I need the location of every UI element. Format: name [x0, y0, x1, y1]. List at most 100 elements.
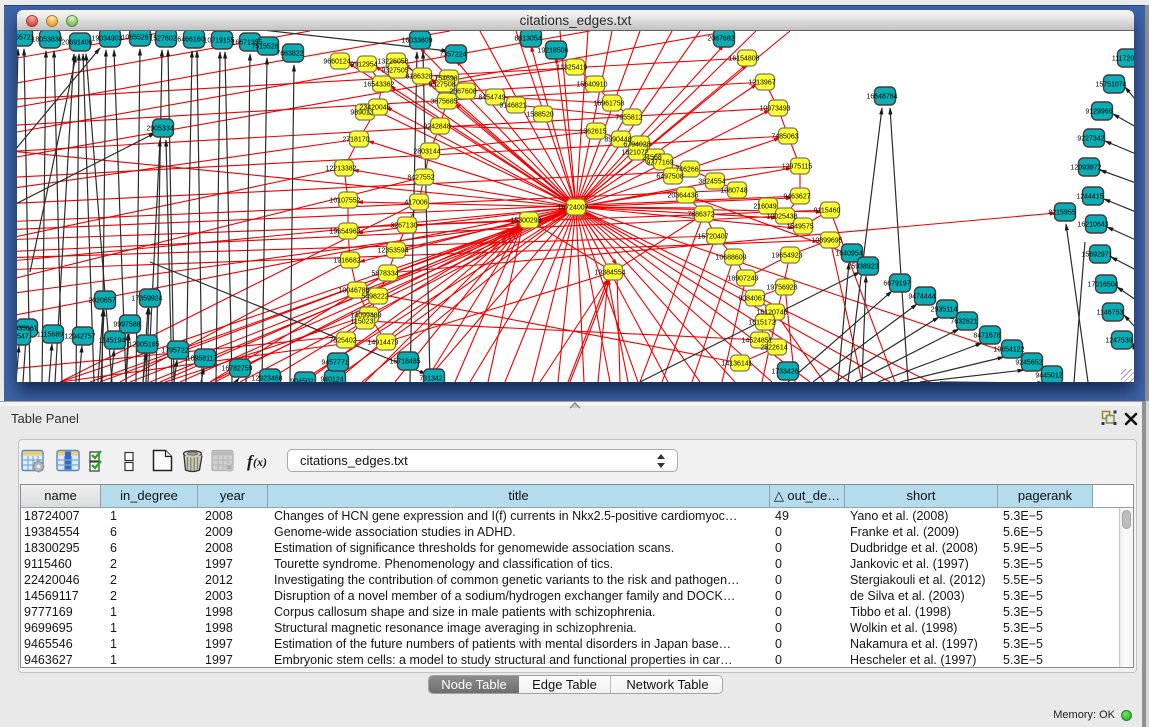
svg-text:12923468: 12923468 [251, 376, 282, 383]
svg-text:1527602: 1527602 [149, 36, 176, 43]
svg-text:18053630: 18053630 [31, 37, 62, 44]
svg-text:10899695: 10899695 [811, 238, 842, 245]
svg-text:20364436: 20364436 [667, 193, 698, 200]
svg-text:16961758: 16961758 [593, 101, 624, 108]
svg-text:19384554: 19384554 [594, 270, 625, 277]
svg-text:1145194: 1145194 [99, 338, 126, 345]
svg-text:1146753: 1146753 [1097, 310, 1124, 317]
svg-text:391547: 391547 [17, 334, 29, 341]
svg-text:9146821: 9146821 [499, 103, 526, 110]
svg-text:10107552: 10107552 [329, 198, 360, 205]
svg-text:16210643: 16210643 [1077, 222, 1108, 229]
svg-text:1615172: 1615172 [748, 320, 775, 327]
svg-text:20691406: 20691406 [61, 40, 92, 47]
svg-text:13226058: 13226058 [377, 59, 408, 66]
svg-text:9115460: 9115460 [814, 208, 841, 215]
svg-text:12353594: 12353594 [377, 248, 408, 255]
svg-text:9129966: 9129966 [1085, 109, 1112, 116]
svg-text:904502: 904502 [290, 379, 313, 383]
svg-text:9457771: 9457771 [321, 360, 348, 367]
svg-text:2803144: 2803144 [413, 149, 440, 156]
svg-text:2020657: 2020657 [88, 298, 115, 305]
svg-text:6794028: 6794028 [623, 142, 650, 149]
svg-text:1549575: 1549575 [786, 224, 813, 231]
svg-text:940124: 940124 [320, 377, 343, 383]
svg-text:2867608: 2867608 [449, 89, 476, 96]
svg-text:11325419: 11325419 [557, 65, 588, 72]
svg-text:8215955: 8215955 [1048, 210, 1075, 217]
svg-text:8427552: 8427552 [407, 175, 434, 182]
svg-text:731342: 731342 [419, 376, 442, 383]
svg-text:15720407: 15720407 [697, 234, 728, 241]
svg-text:14914479: 14914479 [367, 340, 398, 347]
svg-text:15640910: 15640910 [576, 82, 607, 89]
svg-text:7625402: 7625402 [329, 338, 356, 345]
svg-text:2522614: 2522614 [760, 345, 787, 352]
svg-text:417006: 417006 [404, 200, 427, 207]
svg-text:3267130: 3267130 [390, 223, 417, 230]
svg-text:8471676: 8471676 [973, 333, 1000, 340]
svg-text:1213967: 1213967 [748, 80, 775, 87]
svg-text:9327508: 9327508 [428, 82, 455, 89]
svg-text:216049: 216049 [753, 204, 776, 211]
svg-text:19034903: 19034903 [91, 36, 122, 43]
svg-text:12975115: 12975115 [782, 164, 813, 171]
svg-text:10973493: 10973493 [759, 106, 790, 113]
svg-text:14136141: 14136141 [721, 361, 752, 368]
svg-text:10719155: 10719155 [203, 38, 234, 45]
svg-text:2935114: 2935114 [931, 307, 958, 314]
svg-text:1115689: 1115689 [37, 332, 63, 339]
svg-text:5878334: 5878334 [371, 271, 398, 278]
svg-text:19218506: 19218506 [537, 48, 568, 55]
svg-text:7485063: 7485063 [771, 134, 798, 141]
svg-text:1588520: 1588520 [526, 112, 553, 119]
svg-text:8454749: 8454749 [478, 95, 505, 102]
svg-text:9084067: 9084067 [738, 296, 765, 303]
svg-text:15718485: 15718485 [389, 359, 420, 366]
svg-text:16154808: 16154808 [728, 56, 759, 63]
svg-text:8186328: 8186328 [405, 74, 432, 81]
svg-text:2905334: 2905334 [146, 126, 173, 133]
svg-text:6679197: 6679197 [883, 281, 910, 288]
svg-text:7663822: 7663822 [276, 51, 303, 58]
svg-text:9242848: 9242848 [423, 124, 450, 131]
svg-text:(x): (x) [253, 455, 267, 469]
svg-text:17016504: 17016504 [1087, 282, 1118, 289]
svg-text:17359924: 17359924 [131, 296, 162, 303]
svg-text:1635061: 1635061 [17, 326, 38, 333]
svg-text:8813054: 8813054 [514, 36, 541, 43]
svg-text:9660124: 9660124 [323, 59, 350, 66]
svg-text:19654923: 19654923 [771, 253, 802, 260]
svg-text:7886372: 7886372 [687, 212, 714, 219]
svg-text:5938923: 5938923 [851, 264, 878, 271]
svg-text:1916682: 1916682 [333, 258, 360, 265]
svg-text:9777169: 9777169 [646, 160, 673, 167]
svg-text:2087682: 2087682 [707, 36, 734, 43]
svg-text:746266: 746266 [675, 167, 698, 174]
svg-text:7632621: 7632621 [950, 319, 977, 326]
svg-text:9997588: 9997588 [113, 322, 140, 329]
svg-text:1733426: 1733426 [771, 369, 798, 376]
svg-text:15692971: 15692971 [1081, 252, 1112, 259]
svg-text:18907249: 18907249 [727, 276, 758, 283]
svg-text:9912954: 9912954 [350, 62, 377, 69]
svg-text:12905185: 12905185 [128, 342, 159, 349]
svg-text:1117204: 1117204 [1112, 56, 1134, 63]
svg-text:10958117: 10958117 [187, 356, 218, 363]
svg-text:9227342: 9227342 [1077, 136, 1104, 143]
svg-text:7955812: 7955812 [615, 115, 642, 122]
svg-text:5498222: 5498222 [361, 294, 388, 301]
svg-text:16782759: 16782759 [221, 366, 252, 373]
svg-text:15751074: 15751074 [1095, 82, 1126, 89]
svg-text:1640954: 1640954 [835, 251, 862, 258]
svg-text:115023: 115023 [351, 319, 374, 326]
svg-text:18724007: 18724007 [557, 205, 588, 212]
svg-text:1080748: 1080748 [720, 188, 747, 195]
svg-text:2718170: 2718170 [342, 137, 369, 144]
svg-text:9445012: 9445012 [1035, 373, 1062, 380]
svg-text:9463627: 9463627 [783, 194, 810, 201]
svg-text:16648784: 16648784 [866, 94, 897, 101]
svg-text:10655267: 10655267 [121, 35, 152, 42]
svg-text:1244415: 1244415 [1076, 194, 1103, 201]
svg-text:3824554: 3824554 [698, 179, 725, 186]
